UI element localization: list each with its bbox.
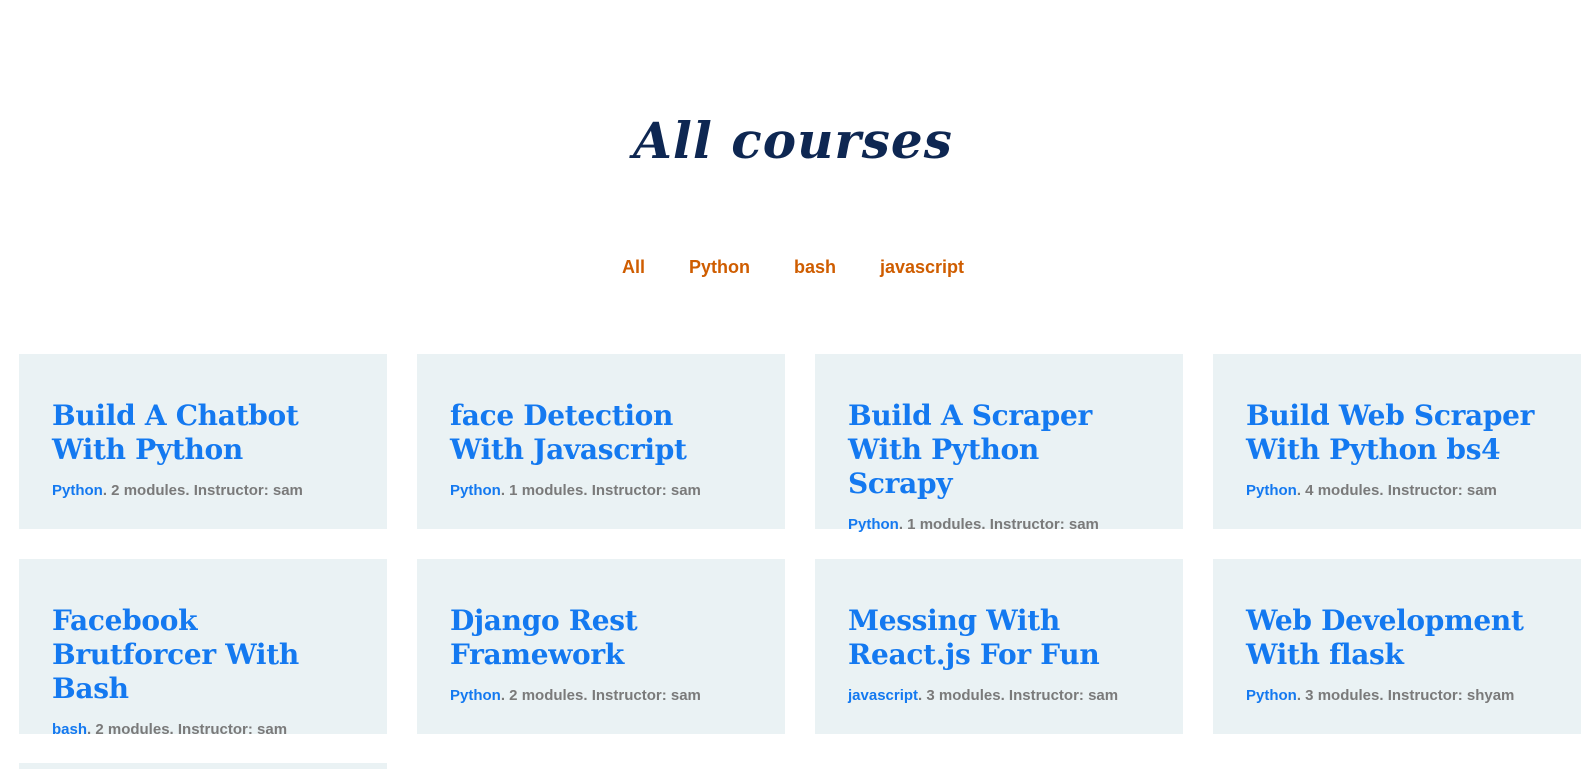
course-details: . 1 modules. Instructor: sam <box>500 482 701 499</box>
course-title[interactable]: Facebook Brutforcer With Bash <box>52 604 355 706</box>
filter-javascript[interactable]: javascript <box>858 252 986 282</box>
course-details: . 1 modules. Instructor: sam <box>898 516 1099 533</box>
course-details: . 2 modules. Instructor: sam <box>102 482 303 499</box>
course-card[interactable]: Facebook Brutforcer With Bash bash. 2 mo… <box>19 559 387 738</box>
filter-bash[interactable]: bash <box>772 252 858 282</box>
course-meta: Python. 4 modules. Instructor: sam <box>1246 481 1549 501</box>
course-card[interactable]: Web Development With flask Python. 3 mod… <box>1213 559 1581 734</box>
course-card[interactable]: face Detection With Javascript Python. 1… <box>417 354 785 529</box>
course-card[interactable]: Messing With React.js For Fun javascript… <box>815 559 1183 734</box>
course-card-partial[interactable] <box>19 763 387 769</box>
course-details: . 2 modules. Instructor: sam <box>500 687 701 704</box>
course-category-link[interactable]: Python <box>848 516 899 533</box>
course-category-link[interactable]: javascript <box>848 687 918 704</box>
course-meta: Python. 3 modules. Instructor: shyam <box>1246 686 1549 706</box>
course-meta: javascript. 3 modules. Instructor: sam <box>848 686 1151 706</box>
course-details: . 2 modules. Instructor: sam <box>87 721 288 738</box>
course-category-link[interactable]: Python <box>52 482 103 499</box>
course-card[interactable]: Build Web Scraper With Python bs4 Python… <box>1213 354 1581 529</box>
category-filter-bar: All Python bash javascript <box>0 252 1586 282</box>
course-title[interactable]: face Detection With Javascript <box>450 399 753 467</box>
course-category-link[interactable]: Python <box>450 687 501 704</box>
course-card[interactable]: Django Rest Framework Python. 2 modules.… <box>417 559 785 734</box>
course-meta: Python. 1 modules. Instructor: sam <box>848 515 1151 535</box>
course-category-link[interactable]: Python <box>1246 687 1297 704</box>
course-title[interactable]: Web Development With flask <box>1246 604 1549 672</box>
course-title[interactable]: Django Rest Framework <box>450 604 753 672</box>
course-meta: Python. 2 modules. Instructor: sam <box>450 686 753 706</box>
course-category-link[interactable]: bash <box>52 721 87 738</box>
course-title[interactable]: Build Web Scraper With Python bs4 <box>1246 399 1549 467</box>
course-card[interactable]: Build A Scraper With Python Scrapy Pytho… <box>815 354 1183 533</box>
course-details: . 4 modules. Instructor: sam <box>1296 482 1497 499</box>
courses-page: All courses All Python bash javascript B… <box>0 0 1586 769</box>
page-title: All courses <box>633 111 953 170</box>
course-card[interactable]: Build A Chatbot With Python Python. 2 mo… <box>19 354 387 529</box>
course-meta: bash. 2 modules. Instructor: sam <box>52 720 355 740</box>
course-meta: Python. 1 modules. Instructor: sam <box>450 481 753 501</box>
filter-python[interactable]: Python <box>667 252 772 282</box>
course-grid: Build A Chatbot With Python Python. 2 mo… <box>19 354 1581 738</box>
course-title[interactable]: Build A Chatbot With Python <box>52 399 355 467</box>
course-category-link[interactable]: Python <box>1246 482 1297 499</box>
course-details: . 3 modules. Instructor: shyam <box>1296 687 1515 704</box>
course-title[interactable]: Messing With React.js For Fun <box>848 604 1151 672</box>
course-meta: Python. 2 modules. Instructor: sam <box>52 481 355 501</box>
filter-all[interactable]: All <box>600 252 667 282</box>
course-category-link[interactable]: Python <box>450 482 501 499</box>
course-title[interactable]: Build A Scraper With Python Scrapy <box>848 399 1151 501</box>
course-details: . 3 modules. Instructor: sam <box>918 687 1119 704</box>
